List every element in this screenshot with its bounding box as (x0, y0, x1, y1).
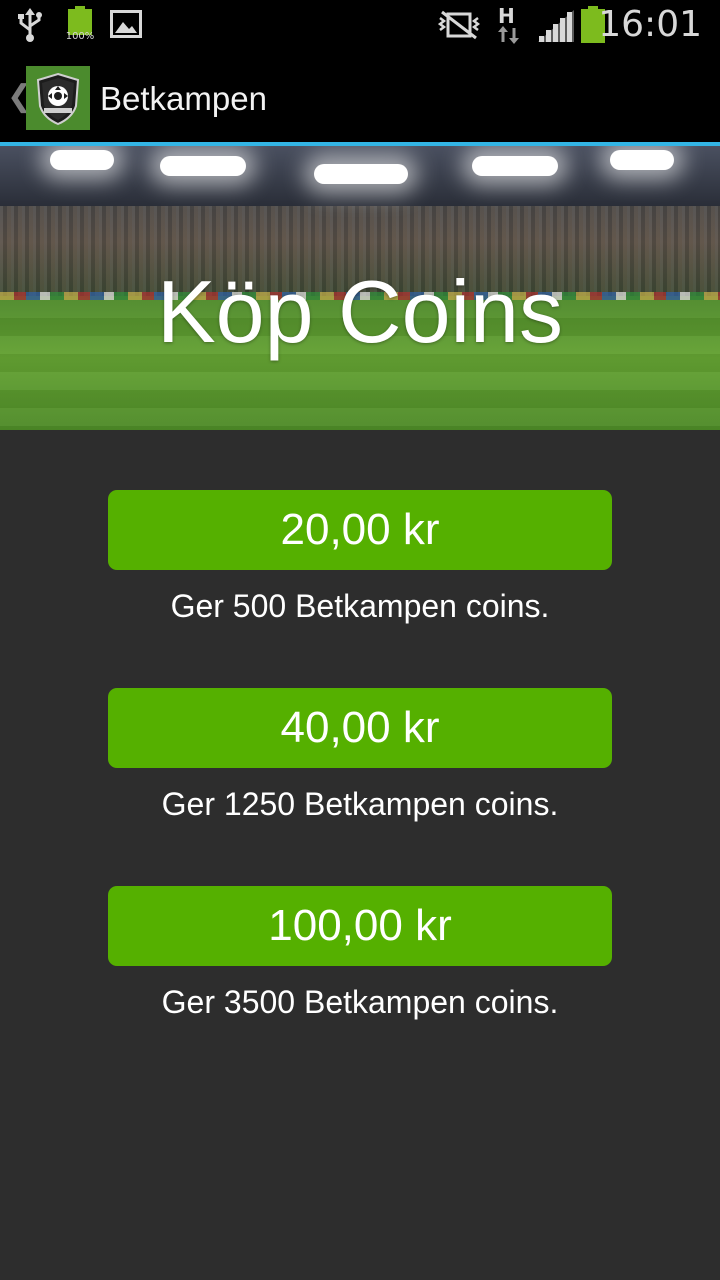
buy-20-kr-button[interactable]: 20,00 kr (108, 490, 612, 570)
page-title: Köp Coins (156, 262, 563, 361)
action-bar: ❮ Betkampen (0, 50, 720, 142)
buy-100-kr-button[interactable]: 100,00 kr (108, 886, 612, 966)
stadium-light-icon (610, 150, 674, 170)
offer-description: Ger 3500 Betkampen coins. (161, 984, 559, 1020)
vibrate-off-icon (437, 10, 481, 45)
status-time: 16:01 (598, 4, 702, 45)
stadium-light-icon (472, 156, 558, 176)
signal-icon (538, 10, 574, 47)
stadium-banner: Köp Coins (0, 146, 720, 430)
stadium-light-icon (50, 150, 114, 170)
app-title: Betkampen (100, 80, 267, 117)
usb-icon (16, 8, 44, 47)
buy-40-kr-button[interactable]: 40,00 kr (108, 688, 612, 768)
image-icon (110, 10, 142, 43)
offer-description: Ger 500 Betkampen coins. (170, 588, 550, 624)
stadium-light-icon (314, 164, 408, 184)
hspa-data-icon: H (496, 6, 522, 44)
offer-description: Ger 1250 Betkampen coins. (161, 786, 559, 822)
stadium-light-icon (160, 156, 246, 176)
status-bar: 100% H 16:01 (0, 0, 720, 50)
app-logo-icon[interactable] (26, 66, 90, 130)
battery-percent-label: 100% (65, 31, 95, 42)
network-type-label: H (498, 4, 515, 28)
